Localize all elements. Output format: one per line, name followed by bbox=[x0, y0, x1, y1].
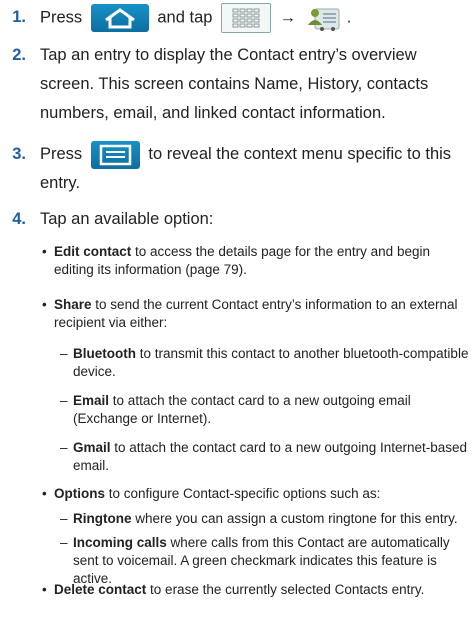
option-share: • Share to send the current Contact entr… bbox=[42, 297, 458, 330]
option-edit-contact: • Edit contact to access the details pag… bbox=[42, 244, 430, 277]
options-incoming-calls: – Incoming calls where calls from this C… bbox=[60, 535, 450, 586]
step-number: 3. bbox=[12, 145, 26, 163]
step-number: 1. bbox=[12, 8, 26, 26]
step-text: Press bbox=[40, 8, 83, 27]
step-number: 2. bbox=[12, 46, 26, 64]
step-4: 4. Tap an available option: bbox=[6, 205, 466, 233]
applications-icon bbox=[221, 3, 272, 33]
step-text: and tap bbox=[157, 8, 213, 27]
bullet-icon: • bbox=[42, 244, 47, 259]
step-2: 2. Tap an entry to display the Contact e… bbox=[6, 41, 466, 131]
step-text: Tap an available option: bbox=[40, 210, 214, 228]
bullet-icon: • bbox=[42, 486, 47, 501]
share-email: – Email to attach the contact card to a … bbox=[60, 393, 411, 426]
share-bluetooth: – Bluetooth to transmit this contact to … bbox=[60, 346, 469, 379]
menu-icon bbox=[90, 140, 140, 169]
bullet-icon: • bbox=[42, 297, 47, 312]
option-delete-contact: • Delete contact to erase the currently … bbox=[42, 582, 425, 597]
home-icon bbox=[90, 4, 149, 32]
options-ringtone: – Ringtone where you can assign a custom… bbox=[60, 511, 458, 526]
contacts-icon bbox=[305, 3, 343, 33]
step-number: 4. bbox=[12, 210, 26, 228]
share-gmail: – Gmail to attach the contact card to a … bbox=[60, 440, 468, 473]
step-text: Tap an entry to display the Contact entr… bbox=[40, 46, 429, 122]
option-options: • Options to configure Contact-specific … bbox=[42, 486, 381, 501]
arrow: → bbox=[279, 8, 297, 27]
step-1: 1. Press and tap → . bbox=[6, 3, 466, 33]
bullet-icon: • bbox=[42, 582, 47, 597]
step-3: 3. Press to reveal the context menu spec… bbox=[6, 140, 466, 200]
